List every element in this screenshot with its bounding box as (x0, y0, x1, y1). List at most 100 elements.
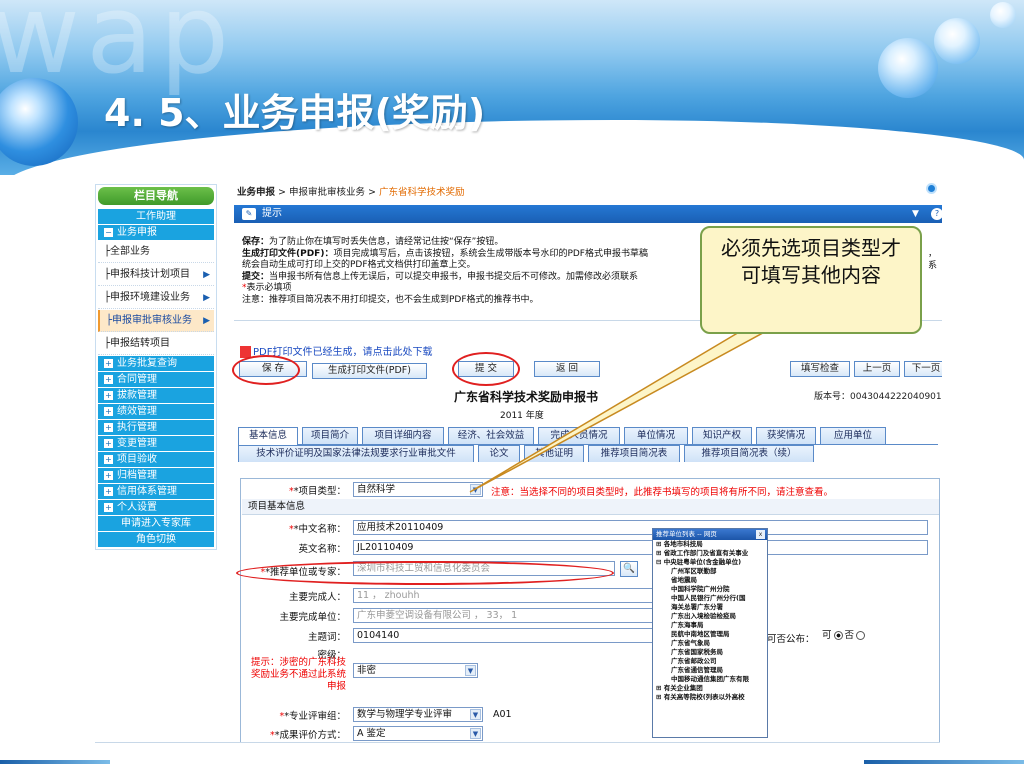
review-code: A01 (493, 709, 512, 720)
popup-title-bar[interactable]: 推荐单位列表 -- 网页 x (653, 529, 767, 540)
tree-item[interactable]: 广东省邮政公司 (653, 657, 767, 666)
sidebar-item[interactable]: + 信用体系管理 (98, 484, 214, 499)
sidebar-subitem[interactable]: ▶ ├申报环境建设业务 (98, 287, 214, 309)
tree-item[interactable]: 广东省通信管理局 (653, 666, 767, 675)
keyword-label: 主题词： (307, 632, 346, 643)
tree-item[interactable]: ⊟ 中央驻粤单位(含金融单位) (653, 558, 767, 567)
close-icon[interactable]: x (756, 530, 765, 539)
tree-item[interactable]: ⊞ 各地市科技局 (653, 540, 767, 549)
tab[interactable]: 获奖情况 (756, 427, 816, 444)
secret-select[interactable]: 非密 ▼ (353, 663, 478, 678)
sidebar-subitem[interactable]: ▶ ├申报科技计划项目 (98, 264, 214, 286)
tree-item[interactable]: 广东省气象局 (653, 639, 767, 648)
tab[interactable]: 经济、社会效益 (448, 427, 534, 444)
sidebar-item[interactable]: − 业务申报 (98, 225, 214, 240)
tab[interactable]: 完成人员情况 (538, 427, 620, 444)
expand-icon[interactable]: + (104, 502, 113, 512)
tip-line-text: 项目完成填写后，点击该按钮，系统会生成带版本号水印的PDF格式申报书草稿 (333, 248, 648, 259)
expand-icon[interactable]: + (104, 422, 113, 432)
expand-icon[interactable]: + (104, 374, 113, 384)
sidebar-item-label: ├申报科技计划项目 (104, 269, 191, 280)
expand-icon[interactable]: + (104, 438, 113, 448)
sidebar-subitem[interactable]: ├全部业务 (98, 241, 214, 263)
sidebar-subitem[interactable]: ▶ ├申报审批审核业务 (98, 310, 214, 332)
tab[interactable]: 基本信息 (238, 427, 298, 445)
expand-icon[interactable]: + (104, 390, 113, 400)
sidebar-item[interactable]: + 项目验收 (98, 452, 214, 467)
breadcrumb-item[interactable]: 业务申报 (237, 187, 275, 198)
expand-icon[interactable]: + (104, 358, 113, 368)
tab[interactable]: 单位情况 (624, 427, 688, 444)
expand-icon[interactable]: + (104, 406, 113, 416)
cn-name-label: **中文名称： (288, 524, 346, 535)
sidebar-item[interactable]: + 归档管理 (98, 468, 214, 483)
main-unit-input[interactable]: 广东申菱空调设备有限公司 ， 33， 1 (353, 608, 653, 623)
tree-item[interactable]: 民航中南地区管理局 (653, 630, 767, 639)
tree-item[interactable]: ⊞ 有关企业集团 (653, 684, 767, 693)
sidebar-item[interactable]: + 业务批复查询 (98, 356, 214, 371)
tree-item[interactable]: 中国人民银行广州分行(国 (653, 594, 767, 603)
tab[interactable]: 项目详细内容 (362, 427, 444, 444)
tab[interactable]: 应用单位 (820, 427, 886, 444)
expand-icon[interactable]: + (104, 486, 113, 496)
prev-page-button[interactable]: 上一页 (854, 361, 900, 377)
sidebar-item[interactable]: + 绩效管理 (98, 404, 214, 419)
en-name-input[interactable]: JL20110409 (353, 540, 928, 555)
tip-header[interactable]: ✎ 提示 ▼ ? (234, 205, 942, 223)
tree-item[interactable]: ⊞ 有关高等院校(列表以外高校 (653, 693, 767, 702)
sidebar-item[interactable]: + 合同管理 (98, 372, 214, 387)
sidebar-item[interactable]: + 执行管理 (98, 420, 214, 435)
tab[interactable]: 项目简介 (302, 427, 358, 444)
collapse-icon[interactable]: − (104, 227, 113, 237)
tab[interactable]: 推荐项目简况表 (588, 445, 680, 462)
tree-item[interactable]: 省地震局 (653, 576, 767, 585)
sidebar-item[interactable]: 角色切换 (98, 532, 214, 547)
tree-item[interactable]: 广州军区联勤部 (653, 567, 767, 576)
sidebar-item[interactable]: + 变更管理 (98, 436, 214, 451)
collapse-icon[interactable]: ▼ (912, 205, 919, 223)
project-type-select[interactable]: 自然科学 ▼ (353, 482, 483, 497)
refresh-icon[interactable] (926, 183, 937, 194)
chevron-right-icon: ▶ (203, 293, 210, 303)
keyword-input[interactable]: 0104140 (353, 628, 653, 643)
expand-icon[interactable]: + (104, 454, 113, 464)
check-button[interactable]: 填写检查 (790, 361, 850, 377)
help-icon[interactable]: ? (931, 208, 942, 220)
sidebar-subitem[interactable]: ├申报结转项目 (98, 333, 214, 355)
tab[interactable]: 技术评价证明及国家法律法规要求行业审批文件 (238, 445, 474, 462)
review-select[interactable]: 数学与物理学专业评审 ▼ (353, 707, 483, 722)
cn-name-input[interactable]: 应用技术20110409 (353, 520, 928, 535)
tree-item[interactable]: 广东海事局 (653, 621, 767, 630)
sidebar-item-label: 执行管理 (117, 422, 157, 433)
sidebar-item[interactable]: + 拔款管理 (98, 388, 214, 403)
tree-item[interactable]: ⊞ 省政工作部门及省直有关事业 (653, 549, 767, 558)
breadcrumb-current: 广东省科学技术奖励 (379, 187, 465, 198)
breadcrumb-item[interactable]: 申报审批审核业务 (289, 187, 365, 198)
tab[interactable]: 推荐项目简况表（续） (684, 445, 814, 462)
sidebar-item[interactable]: + 个人设置 (98, 500, 214, 515)
sidebar-item-label: 业务申报 (117, 227, 157, 238)
tab[interactable]: 知识产权 (692, 427, 752, 444)
sidebar-item[interactable]: 申请进入专家库 (98, 516, 214, 531)
expand-icon[interactable]: + (104, 470, 113, 480)
radio-no[interactable] (856, 631, 866, 640)
sidebar-item[interactable]: 工作助理 (98, 209, 214, 224)
main-person-input[interactable]: 11 ， zhouhh (353, 588, 653, 603)
tree-item[interactable]: 中国移动通信集团广东有限 (653, 675, 767, 684)
tree-item[interactable]: 广东出入境检验检疫局 (653, 612, 767, 621)
generate-pdf-button[interactable]: 生成打印文件(PDF) (312, 363, 427, 379)
tree-item[interactable]: 中国科学院广州分院 (653, 585, 767, 594)
next-page-button[interactable]: 下一页 (904, 361, 942, 377)
tab[interactable]: 其他证明 (524, 445, 584, 462)
tip-line-text: 当申报书所有信息上传无误后，可以提交申报书，申报书提交后不可修改。加需修改必须联… (269, 271, 639, 282)
eval-select[interactable]: A 鉴定 ▼ (353, 726, 483, 741)
publish-label: 可否公布： (767, 634, 815, 645)
tab[interactable]: 论文 (478, 445, 520, 462)
tree-item[interactable]: 广东省国家税务局 (653, 648, 767, 657)
radio-yes[interactable] (833, 631, 843, 640)
back-button[interactable]: 返 回 (534, 361, 600, 377)
tree-item[interactable]: 海关总署广东分署 (653, 603, 767, 612)
main-unit-label: 主要完成单位： (279, 612, 346, 623)
search-icon[interactable]: 🔍 (620, 561, 638, 577)
chevron-down-icon: ▼ (470, 484, 481, 495)
